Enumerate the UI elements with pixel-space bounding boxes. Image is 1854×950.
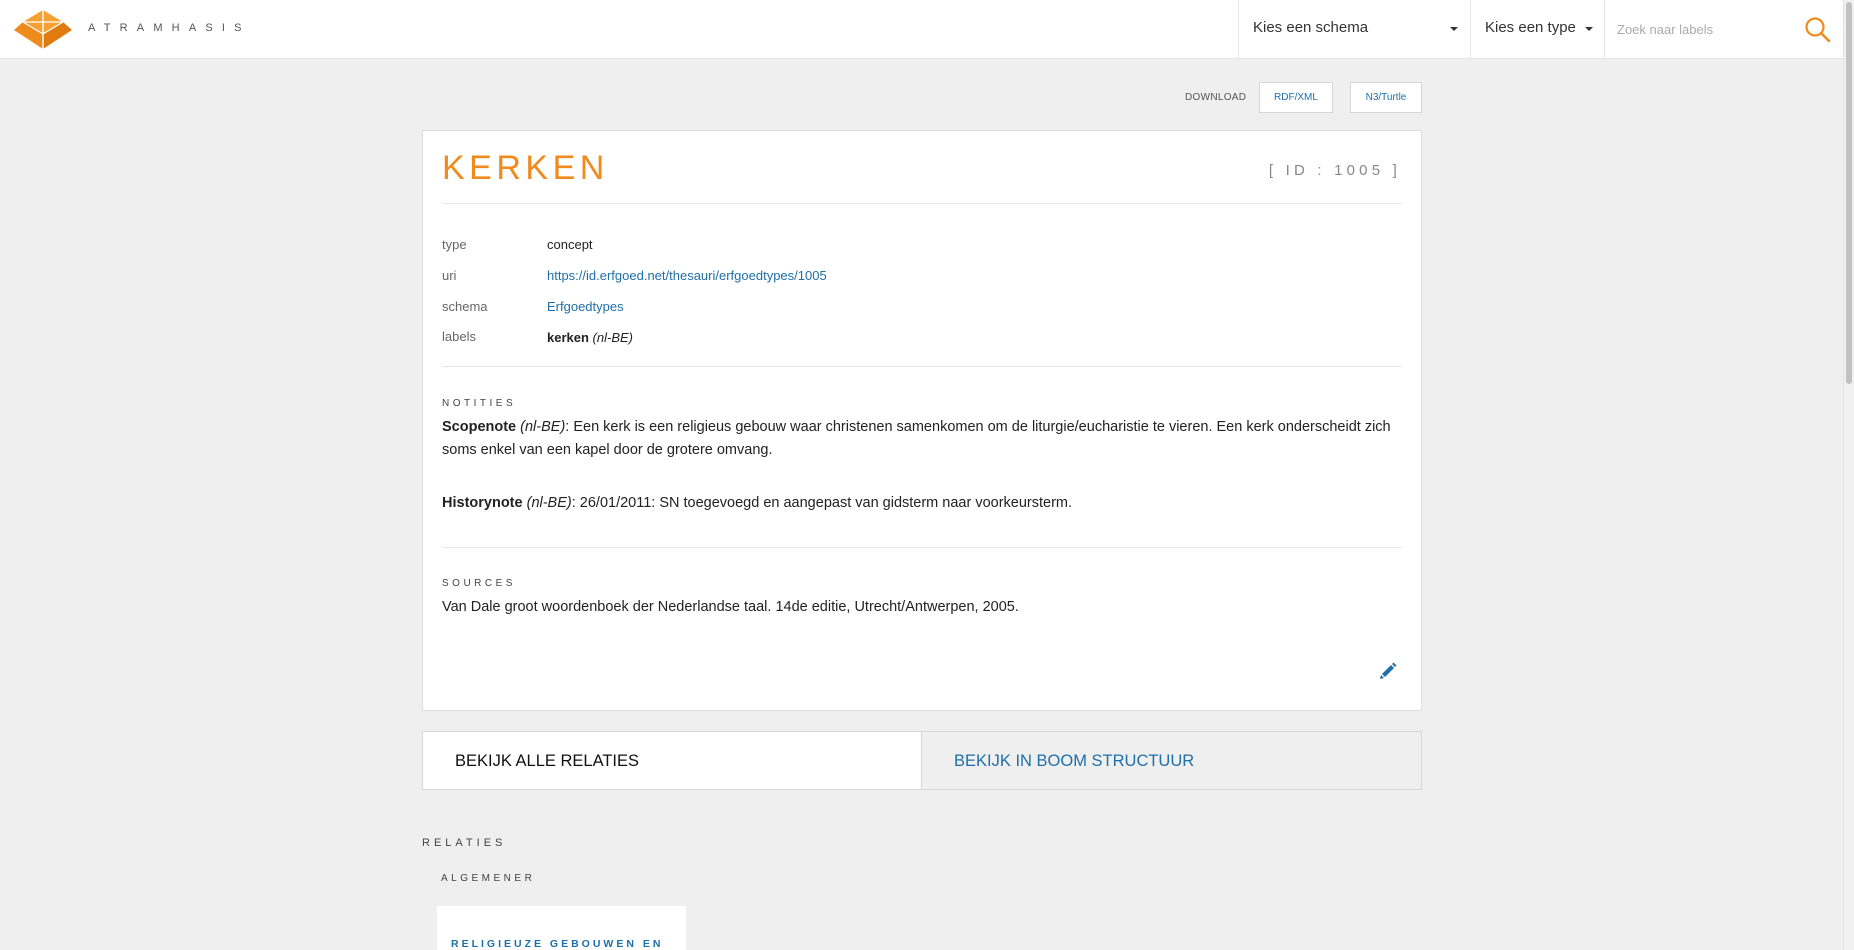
meta-labels-key: labels	[442, 329, 476, 344]
search-box	[1604, 0, 1843, 59]
divider	[442, 203, 1402, 204]
sources-heading: SOURCES	[442, 578, 516, 589]
scopenote-label: Scopenote	[442, 419, 517, 435]
meta-uri-value: https://id.erfgoed.net/thesauri/erfgoedt…	[547, 268, 827, 283]
scopenote: Scopenote (nl-BE): Een kerk is een relig…	[442, 416, 1392, 462]
meta-uri-key: uri	[442, 268, 457, 283]
schema-select[interactable]: Kies een schema	[1238, 0, 1470, 59]
historynote-label: Historynote	[442, 495, 523, 511]
meta-schema-key: schema	[442, 299, 488, 314]
tab-all-relations[interactable]: BEKIJK ALLE RELATIES	[422, 731, 922, 790]
historynote-text: : 26/01/2011: SN toegevoegd en aangepast…	[571, 495, 1073, 511]
concept-id: [ ID : 1005 ]	[1268, 162, 1401, 179]
tab-tree-structure[interactable]: BEKIJK IN BOOM STRUCTUUR	[921, 731, 1422, 790]
search-icon[interactable]	[1801, 13, 1835, 47]
download-label: DOWNLOAD	[1185, 92, 1247, 103]
scopenote-text: : Een kerk is een religieus gebouw waar …	[442, 419, 1391, 458]
caret-down-icon	[1450, 27, 1458, 31]
brand-name: ATRAMHASIS	[88, 22, 251, 34]
uri-link[interactable]: https://id.erfgoed.net/thesauri/erfgoedt…	[547, 268, 827, 283]
label-lang: (nl-BE)	[592, 330, 633, 345]
source-text: Van Dale groot woordenboek der Nederland…	[442, 599, 1019, 615]
search-input[interactable]	[1617, 18, 1797, 40]
historynote: Historynote (nl-BE): 26/01/2011: SN toeg…	[442, 492, 1392, 515]
scopenote-lang: (nl-BE)	[520, 419, 566, 435]
edit-pencil-icon[interactable]	[1378, 661, 1398, 681]
broader-concept-label: RELIGIEUZE GEBOUWEN EN	[451, 938, 664, 950]
download-n3-button[interactable]: N3/Turtle	[1350, 82, 1422, 113]
meta-type-value: concept	[547, 237, 593, 252]
divider	[442, 366, 1402, 367]
caret-down-icon	[1585, 27, 1593, 31]
meta-schema-value: Erfgoedtypes	[547, 299, 624, 314]
historynote-lang: (nl-BE)	[526, 495, 572, 511]
concept-card: KERKEN [ ID : 1005 ] type concept uri ht…	[422, 130, 1422, 711]
broader-concept-card[interactable]: RELIGIEUZE GEBOUWEN EN	[437, 906, 686, 950]
scrollbar-thumb[interactable]	[1846, 2, 1852, 384]
meta-type-key: type	[442, 237, 467, 252]
atramhasis-logo-icon[interactable]	[12, 8, 74, 51]
divider	[442, 547, 1402, 548]
download-rdf-button[interactable]: RDF/XML	[1259, 82, 1333, 113]
notes-heading: NOTITIES	[442, 398, 517, 409]
relations-heading: RELATIES	[422, 837, 507, 849]
schema-select-label: Kies een schema	[1253, 19, 1369, 36]
meta-labels-value: kerken (nl-BE)	[547, 330, 633, 345]
top-navbar: ATRAMHASIS Kies een schema Kies een type	[0, 0, 1843, 59]
label-term: kerken	[547, 330, 589, 345]
broader-heading: ALGEMENER	[441, 873, 536, 884]
concept-title: KERKEN	[442, 149, 609, 187]
schema-link[interactable]: Erfgoedtypes	[547, 299, 624, 314]
type-select-label: Kies een type	[1485, 19, 1576, 36]
type-select[interactable]: Kies een type	[1470, 0, 1604, 59]
